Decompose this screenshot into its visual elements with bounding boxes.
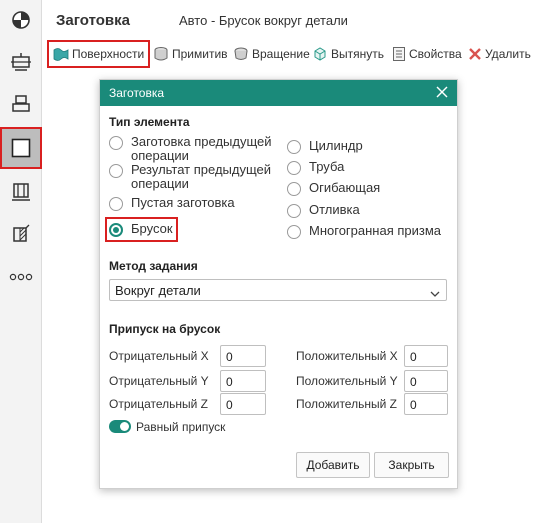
option-label: Огибающая: [309, 180, 381, 195]
close-button[interactable]: Закрыть: [374, 452, 449, 478]
rotation-icon: [233, 46, 249, 62]
radio-indicator: [109, 223, 123, 237]
option-envelope[interactable]: Огибающая: [287, 181, 380, 196]
option-label: Многогранная призма: [309, 223, 442, 238]
method-heading: Метод задания: [109, 259, 198, 273]
radio-indicator: [287, 225, 301, 239]
section-icon: [10, 223, 32, 245]
option-label: Цилиндр: [309, 138, 363, 153]
option-label: Пустая заготовка: [131, 195, 235, 210]
blank-square-icon: [11, 138, 31, 158]
left-rail: [0, 0, 42, 523]
radio-indicator: [109, 164, 123, 178]
rail-stock-button[interactable]: [0, 84, 42, 124]
rail-fixture-button[interactable]: [0, 172, 42, 212]
pos-x-input[interactable]: 0: [404, 345, 448, 367]
pos-y-label: Положительный Y: [296, 374, 398, 388]
dialog-title: Заготовка: [109, 86, 165, 100]
radio-indicator: [109, 136, 123, 150]
rotation-button[interactable]: Вращение: [233, 41, 310, 67]
page-subtitle: Авто - Брусок вокруг детали: [179, 13, 348, 28]
pos-z-input[interactable]: 0: [404, 393, 448, 415]
method-value: Вокруг детали: [115, 283, 201, 298]
surfaces-icon: [53, 47, 69, 61]
option-prev-stock[interactable]: Заготовка предыдущей операции: [109, 135, 289, 163]
primitive-icon: [153, 46, 169, 62]
neg-y-input[interactable]: 0: [220, 370, 266, 392]
option-label: Отливка: [309, 202, 360, 217]
option-bar[interactable]: Брусок: [109, 222, 179, 237]
delete-icon: [468, 47, 482, 61]
more-icon: [9, 272, 33, 282]
fixture-icon: [10, 181, 32, 203]
chart-pie-icon: [11, 10, 31, 30]
radio-indicator: [287, 182, 301, 196]
equal-allowance-toggle[interactable]: [109, 420, 131, 433]
equal-allowance-label: Равный припуск: [136, 420, 226, 434]
method-select[interactable]: Вокруг детали: [109, 279, 447, 301]
rail-section-button[interactable]: [0, 214, 42, 254]
neg-x-label: Отрицательный X: [109, 349, 209, 363]
option-label: Брусок: [131, 221, 173, 236]
element-type-heading: Тип элемента: [109, 115, 190, 129]
properties-label: Свойства: [409, 47, 462, 61]
pos-z-label: Положительный Z: [296, 397, 397, 411]
radio-indicator: [287, 204, 301, 218]
neg-z-input[interactable]: 0: [220, 393, 266, 415]
delete-button[interactable]: Удалить: [468, 41, 531, 67]
neg-x-input[interactable]: 0: [220, 345, 266, 367]
primitive-button[interactable]: Примитив: [153, 41, 228, 67]
stock-dialog: Заготовка Тип элемента Заготовка предыду…: [99, 79, 458, 489]
pos-x-label: Положительный X: [296, 349, 398, 363]
radio-indicator: [287, 140, 301, 154]
option-empty-stock[interactable]: Пустая заготовка: [109, 196, 289, 211]
primitive-label: Примитив: [172, 47, 228, 61]
close-icon[interactable]: [435, 85, 449, 99]
option-prev-result[interactable]: Результат предыдущей операции: [109, 163, 289, 191]
rail-chart-button[interactable]: [0, 0, 42, 40]
properties-icon: [392, 46, 406, 62]
option-label: Заготовка предыдущей операции: [131, 134, 272, 163]
option-tube[interactable]: Труба: [287, 160, 344, 175]
dialog-header: Заготовка: [100, 80, 457, 106]
neg-y-label: Отрицательный Y: [109, 374, 209, 388]
radio-indicator: [109, 197, 123, 211]
option-label: Результат предыдущей операции: [131, 162, 272, 191]
add-button[interactable]: Добавить: [296, 452, 370, 478]
stock-icon: [10, 93, 32, 115]
option-label: Труба: [309, 159, 345, 174]
pos-y-input[interactable]: 0: [404, 370, 448, 392]
extrude-button[interactable]: Вытянуть: [312, 41, 384, 67]
option-casting[interactable]: Отливка: [287, 203, 360, 218]
properties-button[interactable]: Свойства: [392, 41, 462, 67]
allowance-heading: Припуск на брусок: [109, 322, 221, 336]
rail-machine-button[interactable]: [0, 42, 42, 82]
option-cylinder[interactable]: Цилиндр: [287, 139, 363, 154]
rail-more-button[interactable]: [0, 257, 42, 297]
rotation-label: Вращение: [252, 47, 310, 61]
surfaces-button[interactable]: Поверхности: [47, 40, 151, 68]
radio-indicator: [287, 161, 301, 175]
option-polygonal-prism[interactable]: Многогранная призма: [287, 224, 441, 239]
rail-blank-button[interactable]: [0, 127, 42, 169]
extrude-icon: [312, 46, 328, 62]
machine-icon: [10, 51, 32, 73]
header: Заготовка Авто - Брусок вокруг детали: [42, 0, 543, 40]
extrude-label: Вытянуть: [331, 47, 384, 61]
toolbar: Поверхности Примитив Вращение Вытянуть С…: [42, 40, 543, 68]
page-title: Заготовка: [56, 12, 130, 29]
chevron-down-icon: [430, 286, 440, 301]
neg-z-label: Отрицательный Z: [109, 397, 208, 411]
delete-label: Удалить: [485, 47, 531, 61]
surfaces-label: Поверхности: [72, 47, 145, 61]
